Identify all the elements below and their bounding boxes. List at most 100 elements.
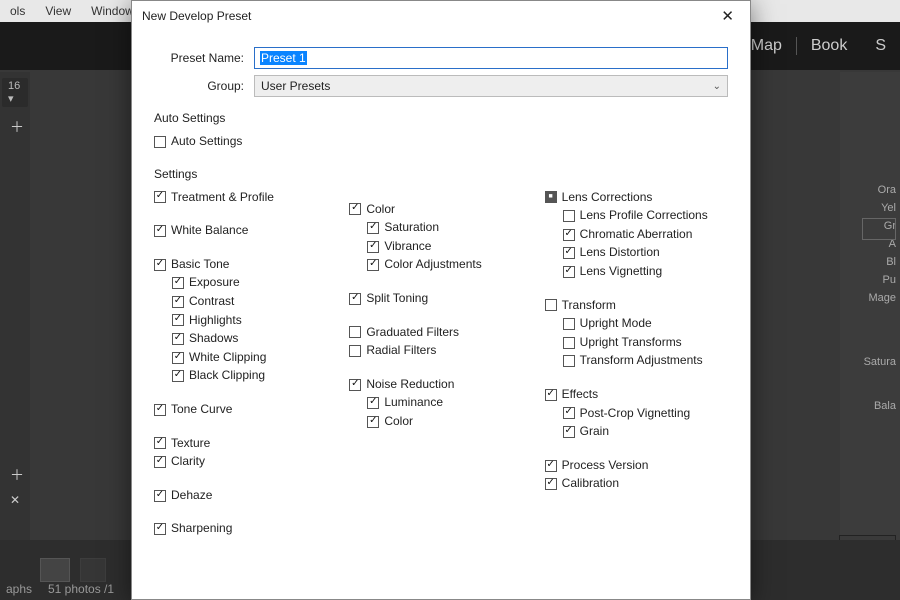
label: Calibration (562, 476, 619, 492)
checkbox-saturation[interactable]: Saturation (367, 220, 532, 236)
preset-name-label: Preset Name: (154, 51, 254, 65)
checkbox-texture[interactable]: Texture (154, 436, 337, 452)
checkbox-radial-filters[interactable]: Radial Filters (349, 343, 532, 359)
checkbox-white-balance[interactable]: White Balance (154, 223, 337, 239)
checkbox-luminance[interactable]: Luminance (367, 395, 532, 411)
checkbox-transform-adj[interactable]: Transform Adjustments (563, 353, 728, 369)
checkbox-upright-trans[interactable]: Upright Transforms (563, 335, 728, 351)
label: Vibrance (384, 239, 431, 255)
label: White Clipping (189, 350, 266, 366)
checkbox-highlights[interactable]: Highlights (172, 313, 337, 329)
checkbox-distortion[interactable]: Lens Distortion (563, 245, 728, 261)
group-label: Group: (154, 79, 254, 93)
add-icon[interactable]: ＋ (6, 113, 30, 141)
label: Lens Profile Corrections (580, 208, 708, 224)
label: Treatment & Profile (171, 190, 274, 206)
label: White Balance (171, 223, 248, 239)
checkbox-sharpening[interactable]: Sharpening (154, 521, 337, 537)
settings-legend: Settings (154, 167, 197, 181)
label-balance: Bala (844, 400, 896, 412)
close-button[interactable]: ✕ (715, 7, 740, 25)
label: Dehaze (171, 488, 212, 504)
label: Tone Curve (171, 402, 232, 418)
settings-group: Settings Treatment & Profile White Balan… (154, 167, 728, 540)
checkbox-black-clipping[interactable]: Black Clipping (172, 368, 337, 384)
menu-view[interactable]: View (35, 4, 81, 18)
filmstrip-thumb[interactable] (80, 558, 106, 582)
label: Lens Distortion (580, 245, 660, 261)
auto-settings-group: Auto Settings Auto Settings (154, 111, 728, 153)
status-count: 51 photos /1 (48, 582, 114, 596)
label: Split Toning (366, 291, 428, 307)
group-value: User Presets (261, 79, 330, 93)
status-aphs: aphs (6, 582, 32, 596)
checkbox-effects[interactable]: Effects (545, 387, 728, 403)
preset-name-input[interactable]: Preset 1 (254, 47, 728, 69)
label: Grain (580, 424, 609, 440)
checkbox-shadows[interactable]: Shadows (172, 331, 337, 347)
label: Color (366, 202, 395, 218)
checkbox-graduated-filters[interactable]: Graduated Filters (349, 325, 532, 341)
filmstrip-count-badge[interactable]: 16 ▾ (2, 78, 28, 107)
filmstrip-thumb[interactable] (40, 558, 70, 582)
label: Clarity (171, 454, 205, 470)
add-icon-2[interactable]: ＋ (6, 461, 30, 489)
checkbox-vibrance[interactable]: Vibrance (367, 239, 532, 255)
menu-tools[interactable]: ols (0, 4, 35, 18)
left-panel: 16 ▾ ＋ ＋ ✕ (0, 72, 30, 600)
new-preset-dialog: New Develop Preset ✕ Preset Name: Preset… (131, 0, 751, 600)
checkbox-grain[interactable]: Grain (563, 424, 728, 440)
label: Graduated Filters (366, 325, 459, 341)
checkbox-color[interactable]: Color (349, 202, 532, 218)
checkbox-white-clipping[interactable]: White Clipping (172, 350, 337, 366)
checkbox-post-crop[interactable]: Post-Crop Vignetting (563, 406, 728, 422)
settings-col-2: Color Saturation Vibrance Color Adjustme… (349, 187, 532, 540)
label: Chromatic Aberration (580, 227, 693, 243)
crop-overlay-icon[interactable] (862, 218, 896, 240)
checkbox-lens-profile[interactable]: Lens Profile Corrections (563, 208, 728, 224)
label: Shadows (189, 331, 238, 347)
module-s[interactable]: S (861, 37, 886, 55)
checkbox-auto-settings[interactable]: Auto Settings (154, 134, 728, 150)
checkbox-noise-reduction[interactable]: Noise Reduction (349, 377, 532, 393)
chevron-down-icon: ⌄ (713, 81, 721, 92)
label: Exposure (189, 275, 240, 291)
group-select[interactable]: User Presets ⌄ (254, 75, 728, 97)
label: Black Clipping (189, 368, 265, 384)
checkbox-calibration[interactable]: Calibration (545, 476, 728, 492)
label: Luminance (384, 395, 443, 411)
checkbox-vignetting[interactable]: Lens Vignetting (563, 264, 728, 280)
label: Texture (171, 436, 210, 452)
checkbox-process-version[interactable]: Process Version (545, 458, 728, 474)
label: Upright Transforms (580, 335, 682, 351)
label: Process Version (562, 458, 649, 474)
label: Basic Tone (171, 257, 229, 273)
label: Lens Corrections (562, 190, 653, 206)
label-purple: Pu (844, 274, 896, 286)
checkbox-split-toning[interactable]: Split Toning (349, 291, 532, 307)
checkbox-color-adjustments[interactable]: Color Adjustments (367, 257, 532, 273)
close-icon[interactable]: ✕ (6, 489, 30, 511)
checkbox-chromatic[interactable]: Chromatic Aberration (563, 227, 728, 243)
label: Transform (562, 298, 616, 314)
dialog-title: New Develop Preset (142, 9, 251, 23)
module-book[interactable]: Book (796, 37, 847, 55)
checkbox-clarity[interactable]: Clarity (154, 454, 337, 470)
label: Transform Adjustments (580, 353, 703, 369)
checkbox-upright-mode[interactable]: Upright Mode (563, 316, 728, 332)
checkbox-treatment[interactable]: Treatment & Profile (154, 190, 337, 206)
label: Post-Crop Vignetting (580, 406, 691, 422)
checkbox-tone-curve[interactable]: Tone Curve (154, 402, 337, 418)
label-orange: Ora (844, 184, 896, 196)
checkbox-lens-corrections[interactable]: Lens Corrections (545, 190, 728, 206)
settings-col-1: Treatment & Profile White Balance Basic … (154, 187, 337, 540)
label: Color (384, 414, 413, 430)
checkbox-transform[interactable]: Transform (545, 298, 728, 314)
checkbox-contrast[interactable]: Contrast (172, 294, 337, 310)
label-yellow: Yel (844, 202, 896, 214)
checkbox-exposure[interactable]: Exposure (172, 275, 337, 291)
checkbox-noise-color[interactable]: Color (367, 414, 532, 430)
checkbox-basic-tone[interactable]: Basic Tone (154, 257, 337, 273)
right-panel: Ora Yel Gr A Bl Pu Mage Satura Bala (840, 72, 900, 600)
checkbox-dehaze[interactable]: Dehaze (154, 488, 337, 504)
